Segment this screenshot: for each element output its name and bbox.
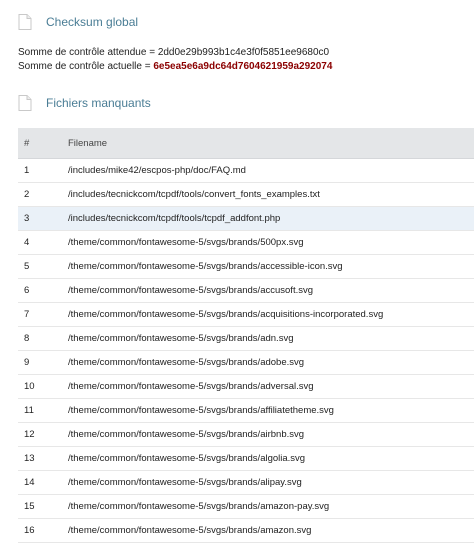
table-row[interactable]: 12/theme/common/fontawesome-5/svgs/brand… (18, 422, 474, 447)
row-filename: /theme/common/fontawesome-5/svgs/brands/… (62, 494, 474, 519)
row-number: 7 (18, 302, 62, 327)
table-row[interactable]: 7/theme/common/fontawesome-5/svgs/brands… (18, 302, 474, 327)
row-filename: /theme/common/fontawesome-5/svgs/brands/… (62, 398, 474, 423)
row-number: 3 (18, 206, 62, 231)
row-filename: /theme/common/fontawesome-5/svgs/brands/… (62, 422, 474, 447)
row-number: 1 (18, 158, 62, 183)
checksum-info: Somme de contrôle attendue = 2dd0e29b993… (18, 46, 332, 74)
row-filename: /theme/common/fontawesome-5/svgs/brands/… (62, 254, 474, 279)
row-filename: /theme/common/fontawesome-5/svgs/brands/… (62, 446, 474, 471)
expected-checksum-value: 2dd0e29b993b1c4e3f0f5851ee9680c0 (157, 47, 330, 58)
table-row[interactable]: 6/theme/common/fontawesome-5/svgs/brands… (18, 278, 474, 303)
actual-checksum-label: Somme de contrôle actuelle = (18, 61, 154, 72)
file-icon (18, 14, 32, 30)
row-number: 15 (18, 494, 62, 519)
row-filename: /theme/common/fontawesome-5/svgs/brands/… (62, 230, 474, 255)
row-number: 5 (18, 254, 62, 279)
row-number: 10 (18, 374, 62, 399)
row-filename: /theme/common/fontawesome-5/svgs/brands/… (62, 374, 474, 399)
actual-checksum-value: 6e5ea5e6a9dc64d7604621959a292074 (153, 61, 333, 72)
row-number: 12 (18, 422, 62, 447)
row-number: 9 (18, 350, 62, 375)
row-filename: /theme/common/fontawesome-5/svgs/brands/… (62, 326, 474, 351)
row-number: 14 (18, 470, 62, 495)
row-number: 11 (18, 398, 62, 423)
row-number: 4 (18, 230, 62, 255)
row-filename: /theme/common/fontawesome-5/svgs/brands/… (62, 518, 474, 543)
table-row[interactable]: 14/theme/common/fontawesome-5/svgs/brand… (18, 470, 474, 495)
row-filename: /theme/common/fontawesome-5/svgs/brands/… (62, 470, 474, 495)
table-row[interactable]: 10/theme/common/fontawesome-5/svgs/brand… (18, 374, 474, 399)
row-number: 6 (18, 278, 62, 303)
row-filename: /theme/common/fontawesome-5/svgs/brands/… (62, 350, 474, 375)
table-row[interactable]: 5/theme/common/fontawesome-5/svgs/brands… (18, 254, 474, 279)
row-filename: /theme/common/fontawesome-5/svgs/brands/… (62, 278, 474, 303)
table-row[interactable]: 8/theme/common/fontawesome-5/svgs/brands… (18, 326, 474, 351)
missing-files-section-header: Fichiers manquants (18, 95, 151, 111)
missing-files-table: # Filename 1/includes/mike42/escpos-php/… (18, 128, 474, 543)
table-row[interactable]: 15/theme/common/fontawesome-5/svgs/brand… (18, 494, 474, 519)
checksum-title: Checksum global (46, 15, 139, 29)
row-number: 16 (18, 518, 62, 543)
table-header-row: # Filename (18, 128, 474, 159)
row-filename: /includes/tecnickcom/tcpdf/tools/tcpdf_a… (62, 206, 474, 231)
table-row[interactable]: 1/includes/mike42/escpos-php/doc/FAQ.md (18, 158, 474, 183)
table-row[interactable]: 9/theme/common/fontawesome-5/svgs/brands… (18, 350, 474, 375)
table-row[interactable]: 11/theme/common/fontawesome-5/svgs/brand… (18, 398, 474, 423)
file-icon (18, 95, 32, 111)
column-header-filename: Filename (62, 128, 474, 159)
table-row[interactable]: 3/includes/tecnickcom/tcpdf/tools/tcpdf_… (18, 206, 474, 231)
row-filename: /includes/mike42/escpos-php/doc/FAQ.md (62, 158, 474, 183)
column-header-num: # (18, 128, 62, 159)
expected-checksum-label: Somme de contrôle attendue = (18, 47, 158, 58)
row-number: 8 (18, 326, 62, 351)
row-filename: /includes/tecnickcom/tcpdf/tools/convert… (62, 182, 474, 207)
row-filename: /theme/common/fontawesome-5/svgs/brands/… (62, 302, 474, 327)
row-number: 2 (18, 182, 62, 207)
row-number: 13 (18, 446, 62, 471)
table-row[interactable]: 4/theme/common/fontawesome-5/svgs/brands… (18, 230, 474, 255)
table-row[interactable]: 16/theme/common/fontawesome-5/svgs/brand… (18, 518, 474, 543)
expected-checksum-line: Somme de contrôle attendue = 2dd0e29b993… (18, 46, 332, 60)
table-row[interactable]: 13/theme/common/fontawesome-5/svgs/brand… (18, 446, 474, 471)
missing-files-title: Fichiers manquants (46, 96, 151, 110)
table-row[interactable]: 2/includes/tecnickcom/tcpdf/tools/conver… (18, 182, 474, 207)
actual-checksum-line: Somme de contrôle actuelle = 6e5ea5e6a9d… (18, 60, 332, 74)
checksum-section-header: Checksum global (18, 14, 138, 30)
